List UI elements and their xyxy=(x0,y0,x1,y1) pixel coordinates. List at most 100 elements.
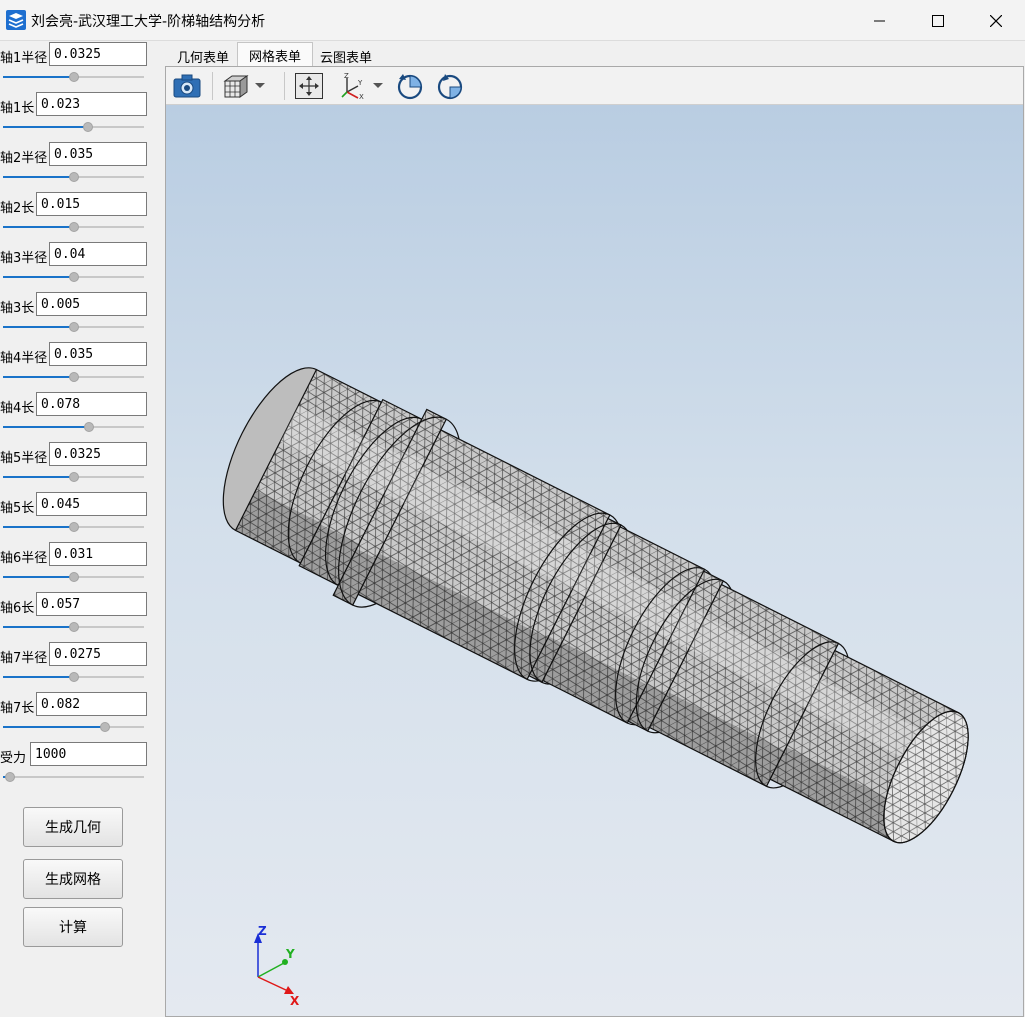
param-label: 轴7半径 xyxy=(0,651,48,666)
generate-mesh-button[interactable]: 生成网格 xyxy=(23,859,123,899)
slider-fill xyxy=(3,576,74,578)
param-label: 轴7长 xyxy=(0,701,35,716)
triad-z-label: Z xyxy=(258,924,267,938)
slider-thumb[interactable] xyxy=(69,372,79,382)
slider-thumb[interactable] xyxy=(69,272,79,282)
param-row: 轴1长 xyxy=(0,91,165,141)
param-slider[interactable] xyxy=(3,122,144,132)
slider-track xyxy=(3,776,144,778)
close-icon xyxy=(990,14,1002,27)
slider-thumb[interactable] xyxy=(69,672,79,682)
param-input[interactable] xyxy=(49,442,147,466)
slider-fill xyxy=(3,226,74,228)
axes-orientation-dropdown[interactable]: Z Y X xyxy=(338,71,384,101)
param-slider[interactable] xyxy=(3,72,144,82)
tab-geometry[interactable]: 几何表单 xyxy=(166,44,240,67)
rotate-right-button[interactable] xyxy=(435,71,465,101)
param-row: 轴4长 xyxy=(0,391,165,441)
close-button[interactable] xyxy=(967,0,1025,41)
param-slider[interactable] xyxy=(3,622,144,632)
param-label: 轴4半径 xyxy=(0,351,48,366)
3d-viewport[interactable]: Z Y X xyxy=(166,105,1023,1016)
compute-button[interactable]: 计算 xyxy=(23,907,123,947)
param-slider[interactable] xyxy=(3,772,144,782)
param-slider[interactable] xyxy=(3,522,144,532)
param-row: 轴6长 xyxy=(0,591,165,641)
param-input[interactable] xyxy=(49,542,147,566)
slider-thumb[interactable] xyxy=(69,472,79,482)
fit-all-button[interactable] xyxy=(294,71,324,101)
param-input[interactable] xyxy=(36,192,147,216)
viewer-toolbar: Z Y X xyxy=(166,67,1023,105)
parameter-panel: 生成几何 生成网格 计算 轴1半径轴1长轴2半径轴2长轴3半径轴3长轴4半径轴4… xyxy=(0,41,165,1017)
param-input[interactable] xyxy=(36,692,147,716)
param-row: 轴3半径 xyxy=(0,241,165,291)
fit-all-icon xyxy=(295,73,323,99)
title-bar: 刘会亮-武汉理工大学-阶梯轴结构分析 xyxy=(0,0,1025,41)
param-slider[interactable] xyxy=(3,172,144,182)
param-row: 轴3长 xyxy=(0,291,165,341)
tab-contour[interactable]: 云图表单 xyxy=(309,44,383,67)
slider-fill xyxy=(3,176,74,178)
param-label: 轴2半径 xyxy=(0,151,48,166)
view-cube-dropdown[interactable] xyxy=(222,71,266,101)
maximize-button[interactable] xyxy=(909,0,967,41)
param-slider[interactable] xyxy=(3,222,144,232)
screenshot-button[interactable] xyxy=(172,71,202,101)
param-slider[interactable] xyxy=(3,422,144,432)
param-slider[interactable] xyxy=(3,472,144,482)
minimize-icon xyxy=(874,20,885,21)
tab-mesh[interactable]: 网格表单 xyxy=(237,42,314,68)
slider-thumb[interactable] xyxy=(83,122,93,132)
param-input[interactable] xyxy=(49,42,147,66)
slider-thumb[interactable] xyxy=(69,572,79,582)
param-input[interactable] xyxy=(36,92,147,116)
param-slider[interactable] xyxy=(3,272,144,282)
cube-view-icon xyxy=(223,75,249,98)
param-row: 轴2长 xyxy=(0,191,165,241)
param-input[interactable] xyxy=(36,592,147,616)
generate-geometry-button[interactable]: 生成几何 xyxy=(23,807,123,847)
tab-bar: 几何表单 网格表单 云图表单 xyxy=(165,42,1025,68)
toolbar-separator xyxy=(284,72,285,100)
param-input[interactable] xyxy=(49,242,147,266)
minimize-button[interactable] xyxy=(851,0,909,41)
slider-thumb[interactable] xyxy=(100,722,110,732)
param-slider[interactable] xyxy=(3,572,144,582)
slider-thumb[interactable] xyxy=(69,522,79,532)
param-input[interactable] xyxy=(30,742,147,766)
app-icon xyxy=(6,10,26,30)
param-slider[interactable] xyxy=(3,322,144,332)
slider-fill xyxy=(3,426,89,428)
param-slider[interactable] xyxy=(3,672,144,682)
svg-text:Y: Y xyxy=(357,79,363,87)
param-input[interactable] xyxy=(36,392,147,416)
param-label: 轴5长 xyxy=(0,501,35,516)
rotate-left-button[interactable] xyxy=(395,71,425,101)
maximize-icon xyxy=(932,14,944,27)
axis-triad: Z Y X xyxy=(254,924,300,1008)
rotate-right-icon xyxy=(437,74,463,100)
param-row: 轴7长 xyxy=(0,691,165,741)
slider-thumb[interactable] xyxy=(69,322,79,332)
svg-text:X: X xyxy=(359,93,364,100)
slider-thumb[interactable] xyxy=(5,772,15,782)
shaft-mesh-model[interactable]: Z Y X xyxy=(166,105,1023,1016)
param-input[interactable] xyxy=(49,342,147,366)
slider-thumb[interactable] xyxy=(69,172,79,182)
param-input[interactable] xyxy=(36,492,147,516)
slider-thumb[interactable] xyxy=(69,622,79,632)
param-input[interactable] xyxy=(36,292,147,316)
slider-thumb[interactable] xyxy=(69,222,79,232)
param-row: 轴1半径 xyxy=(0,41,165,91)
slider-fill xyxy=(3,476,74,478)
param-input[interactable] xyxy=(49,142,147,166)
param-input[interactable] xyxy=(49,642,147,666)
slider-thumb[interactable] xyxy=(84,422,94,432)
slider-thumb[interactable] xyxy=(69,72,79,82)
slider-fill xyxy=(3,526,74,528)
param-slider[interactable] xyxy=(3,372,144,382)
camera-icon xyxy=(173,74,201,98)
param-slider[interactable] xyxy=(3,722,144,732)
toolbar-separator xyxy=(212,72,213,100)
